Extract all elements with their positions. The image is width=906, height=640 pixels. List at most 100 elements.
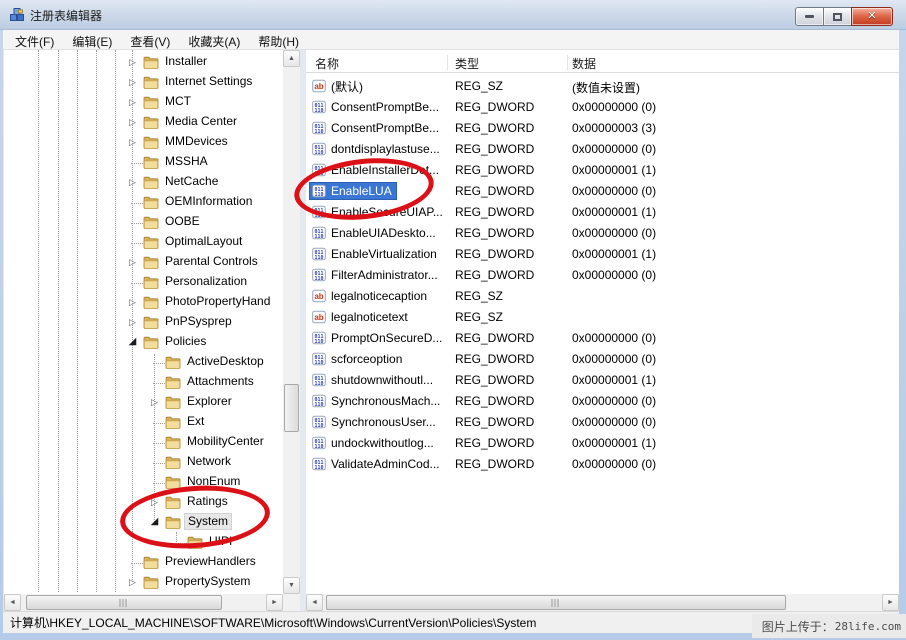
registry-value-row[interactable]: shutdownwithoutl... REG_DWORD 0x00000001…: [306, 370, 899, 391]
tree-item[interactable]: ▷ PhotoPropertyHand: [4, 292, 283, 312]
tree-expander-icon[interactable]: ▷: [126, 75, 139, 89]
registry-value-row[interactable]: ConsentPromptBe... REG_DWORD 0x00000000 …: [306, 97, 899, 118]
tree-item[interactable]: Ext: [4, 412, 283, 432]
maximize-button[interactable]: [823, 7, 852, 26]
value-name-cell[interactable]: shutdownwithoutl...: [309, 371, 438, 389]
tree-item[interactable]: OEMInformation: [4, 192, 283, 212]
tree-item[interactable]: PreviewHandlers: [4, 552, 283, 572]
folder-icon: [143, 235, 159, 250]
scroll-down-button[interactable]: ▼: [283, 577, 300, 594]
registry-value-row[interactable]: SynchronousMach... REG_DWORD 0x00000000 …: [306, 391, 899, 412]
registry-value-row[interactable]: ValidateAdminCod... REG_DWORD 0x00000000…: [306, 454, 899, 475]
tree-item[interactable]: ▷ Installer: [4, 52, 283, 72]
value-name-cell[interactable]: legalnoticetext: [309, 308, 413, 326]
close-button[interactable]: ✕: [851, 7, 893, 26]
tree-item[interactable]: ▷ Parental Controls: [4, 252, 283, 272]
value-name-cell[interactable]: legalnoticecaption: [309, 287, 432, 305]
menu-item[interactable]: 编辑(E): [63, 30, 121, 49]
column-header-type[interactable]: 类型: [455, 55, 479, 72]
menu-item[interactable]: 帮助(H): [249, 30, 308, 49]
tree-expander-icon[interactable]: ▷: [126, 115, 139, 129]
registry-value-row[interactable]: PromptOnSecureD... REG_DWORD 0x00000000 …: [306, 328, 899, 349]
tree-item[interactable]: Personalization: [4, 272, 283, 292]
watermark-prefix: 图片上传于：: [762, 618, 834, 635]
value-name-cell[interactable]: ValidateAdminCod...: [309, 455, 445, 473]
menu-item[interactable]: 收藏夹(A): [179, 30, 249, 49]
tree-item[interactable]: Attachments: [4, 372, 283, 392]
value-name-cell[interactable]: SynchronousUser...: [309, 413, 441, 431]
registry-value-row[interactable]: scforceoption REG_DWORD 0x00000000 (0): [306, 349, 899, 370]
registry-value-row[interactable]: legalnoticetext REG_SZ: [306, 307, 899, 328]
tree-expander-icon[interactable]: ◢: [126, 335, 139, 349]
value-name-cell[interactable]: scforceoption: [309, 350, 407, 368]
tree-item[interactable]: ◢ Policies: [4, 332, 283, 352]
minimize-button[interactable]: [795, 7, 824, 26]
tree-item[interactable]: OOBE: [4, 212, 283, 232]
list-hscroll-thumb[interactable]: [326, 595, 786, 610]
tree-expander-icon[interactable]: ▷: [126, 135, 139, 149]
tree-hscroll-thumb[interactable]: [26, 595, 222, 610]
tree-item[interactable]: ActiveDesktop: [4, 352, 283, 372]
registry-value-row[interactable]: EnableUIADeskto... REG_DWORD 0x00000000 …: [306, 223, 899, 244]
registry-value-row[interactable]: (默认) REG_SZ (数值未设置): [306, 76, 899, 97]
registry-value-row[interactable]: undockwithoutlog... REG_DWORD 0x00000001…: [306, 433, 899, 454]
tree-vertical-scrollbar[interactable]: ▲ ▼: [283, 50, 300, 594]
registry-value-row[interactable]: legalnoticecaption REG_SZ: [306, 286, 899, 307]
tree-item[interactable]: Network: [4, 452, 283, 472]
column-header-data[interactable]: 数据: [572, 55, 596, 72]
scroll-up-button[interactable]: ▲: [283, 50, 300, 67]
tree-item-label: MMDevices: [162, 133, 231, 150]
tree-expander-icon[interactable]: ▷: [126, 175, 139, 189]
value-name-cell[interactable]: EnableUIADeskto...: [309, 224, 441, 242]
column-separator[interactable]: [567, 55, 568, 70]
column-separator[interactable]: [447, 55, 448, 70]
tree-item[interactable]: ▷ PropertySystem: [4, 572, 283, 592]
scroll-left-button[interactable]: ◄: [4, 594, 21, 611]
tree-expander-icon[interactable]: ▷: [126, 255, 139, 269]
tree-horizontal-scrollbar[interactable]: ◄ ►: [4, 594, 283, 611]
tree-expander-icon[interactable]: ▷: [126, 315, 139, 329]
tree-expander-icon[interactable]: ▷: [148, 395, 161, 409]
title-bar[interactable]: 注册表编辑器 ✕: [0, 0, 906, 30]
minimize-icon: [805, 15, 814, 18]
tree-item[interactable]: MobilityCenter: [4, 432, 283, 452]
tree-expander-icon[interactable]: ▷: [126, 295, 139, 309]
value-name-cell[interactable]: EnableVirtualization: [309, 245, 442, 263]
registry-value-row[interactable]: dontdisplaylastuse... REG_DWORD 0x000000…: [306, 139, 899, 160]
tree-item[interactable]: ▷ Explorer: [4, 392, 283, 412]
tree-item[interactable]: OptimalLayout: [4, 232, 283, 252]
value-name-cell[interactable]: FilterAdministrator...: [309, 266, 443, 284]
registry-value-row[interactable]: EnableVirtualization REG_DWORD 0x0000000…: [306, 244, 899, 265]
tree-item[interactable]: ▷ NetCache: [4, 172, 283, 192]
folder-icon: [143, 295, 159, 310]
registry-value-row[interactable]: ConsentPromptBe... REG_DWORD 0x00000003 …: [306, 118, 899, 139]
value-name-cell[interactable]: ConsentPromptBe...: [309, 98, 444, 116]
scroll-left-button[interactable]: ◄: [306, 594, 323, 611]
tree-item[interactable]: ▷ Internet Settings: [4, 72, 283, 92]
value-data: 0x00000000 (0): [572, 142, 656, 156]
value-name-cell[interactable]: (默认): [309, 77, 368, 95]
value-name-cell[interactable]: SynchronousMach...: [309, 392, 445, 410]
menu-item[interactable]: 查看(V): [121, 30, 179, 49]
tree-item[interactable]: MSSHA: [4, 152, 283, 172]
tree-expander-icon[interactable]: ▷: [126, 575, 139, 589]
tree-item[interactable]: ▷ PnPSysprep: [4, 312, 283, 332]
tree-expander-icon[interactable]: ▷: [126, 55, 139, 69]
registry-value-row[interactable]: SynchronousUser... REG_DWORD 0x00000000 …: [306, 412, 899, 433]
menu-item[interactable]: 文件(F): [6, 30, 63, 49]
tree-expander-icon[interactable]: ▷: [126, 95, 139, 109]
value-name-cell[interactable]: dontdisplaylastuse...: [309, 140, 445, 158]
column-header-name[interactable]: 名称: [315, 55, 339, 72]
list-horizontal-scrollbar[interactable]: ◄ ►: [306, 594, 899, 611]
scroll-right-button[interactable]: ►: [882, 594, 899, 611]
value-name-cell[interactable]: ConsentPromptBe...: [309, 119, 444, 137]
value-name-cell[interactable]: PromptOnSecureD...: [309, 329, 447, 347]
registry-value-row[interactable]: FilterAdministrator... REG_DWORD 0x00000…: [306, 265, 899, 286]
value-name-cell[interactable]: undockwithoutlog...: [309, 434, 439, 452]
value-name: shutdownwithoutl...: [331, 373, 433, 387]
tree-item[interactable]: ▷ Media Center: [4, 112, 283, 132]
scroll-right-button[interactable]: ►: [266, 594, 283, 611]
tree-item[interactable]: ▷ MMDevices: [4, 132, 283, 152]
tree-vscroll-thumb[interactable]: [284, 384, 299, 432]
tree-item[interactable]: ▷ MCT: [4, 92, 283, 112]
